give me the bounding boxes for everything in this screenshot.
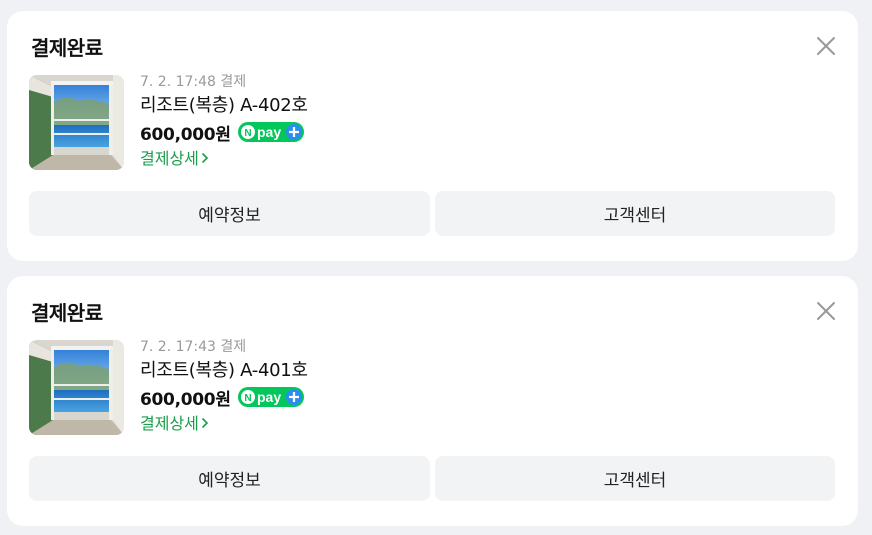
reservation-info-button[interactable]: 예약정보 [29, 191, 430, 236]
payment-detail-link[interactable]: 결제상세 [140, 148, 209, 170]
svg-text:pay: pay [257, 124, 281, 140]
chevron-right-icon [201, 148, 209, 170]
npay-plus-badge: N pay [237, 387, 304, 407]
payment-meta: 7. 2. 17:43 결제 리조트(복층) A-401호 600,000원 N… [140, 337, 308, 435]
chevron-right-icon [201, 413, 209, 435]
room-name: 리조트(복층) A-402호 [140, 95, 308, 116]
detail-link-label: 결제상세 [140, 414, 199, 433]
card-title: 결제완료 [31, 301, 103, 325]
payment-detail-link[interactable]: 결제상세 [140, 413, 209, 435]
close-icon[interactable] [813, 33, 839, 59]
customer-center-button[interactable]: 고객센터 [435, 191, 835, 236]
payment-list: 결제완료 7. 2. 17:48 결제 리조트(복층) A-402호 600,0… [0, 0, 872, 535]
price: 600,000원 [140, 124, 231, 145]
price: 600,000원 [140, 389, 231, 410]
close-icon[interactable] [813, 298, 839, 324]
npay-plus-badge: N pay [237, 122, 304, 142]
payment-date: 7. 2. 17:48 결제 [140, 74, 247, 90]
svg-text:N: N [244, 393, 251, 404]
svg-text:N: N [244, 128, 251, 139]
reservation-info-button[interactable]: 예약정보 [29, 456, 430, 501]
payment-meta: 7. 2. 17:48 결제 리조트(복층) A-402호 600,000원 N… [140, 72, 308, 170]
price-row: 600,000원 N pay [140, 385, 308, 410]
resort-thumbnail [29, 340, 124, 435]
customer-center-button[interactable]: 고객센터 [435, 456, 835, 501]
room-name: 리조트(복층) A-401호 [140, 360, 308, 381]
card-title: 결제완료 [31, 36, 103, 60]
payment-card: 결제완료 [7, 11, 858, 261]
payment-date: 7. 2. 17:43 결제 [140, 339, 247, 355]
detail-link-label: 결제상세 [140, 149, 199, 168]
price-row: 600,000원 N pay [140, 120, 308, 145]
svg-text:pay: pay [257, 389, 281, 405]
payment-card: 결제완료 [7, 276, 858, 526]
resort-thumbnail [29, 75, 124, 170]
